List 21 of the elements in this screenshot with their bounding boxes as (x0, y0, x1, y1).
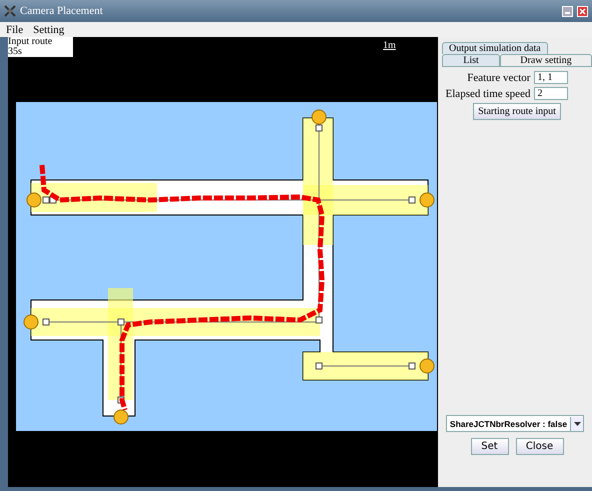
input-field[interactable]: 2 (534, 87, 568, 100)
start-route-button[interactable]: Starting route input (473, 103, 561, 120)
menu-item[interactable]: Setting (33, 24, 64, 36)
tab[interactable]: Draw setting (500, 54, 592, 66)
caret-icon (574, 422, 581, 426)
dialog-button[interactable]: Set (470, 438, 508, 455)
tab[interactable]: List (442, 54, 500, 66)
tab[interactable]: Output simulation data (442, 42, 548, 54)
scale-label: 1m (383, 40, 396, 51)
window-title: Camera Placement (20, 5, 104, 17)
field-label: Feature vector (467, 72, 530, 84)
menu-item[interactable]: File (6, 24, 24, 36)
close-icon[interactable] (577, 6, 588, 16)
input-field[interactable]: 1, 1 (534, 71, 568, 84)
field-label: Elapsed time speed (446, 88, 530, 100)
app-icon (4, 5, 16, 17)
dialog-button[interactable]: Close (516, 438, 564, 455)
status-text: Input route (8, 37, 54, 47)
resolver-dropdown[interactable]: ShareJCTNbrResolver : false (446, 415, 584, 432)
status-text: 35s (8, 47, 22, 57)
minimize-icon[interactable] (562, 6, 573, 16)
